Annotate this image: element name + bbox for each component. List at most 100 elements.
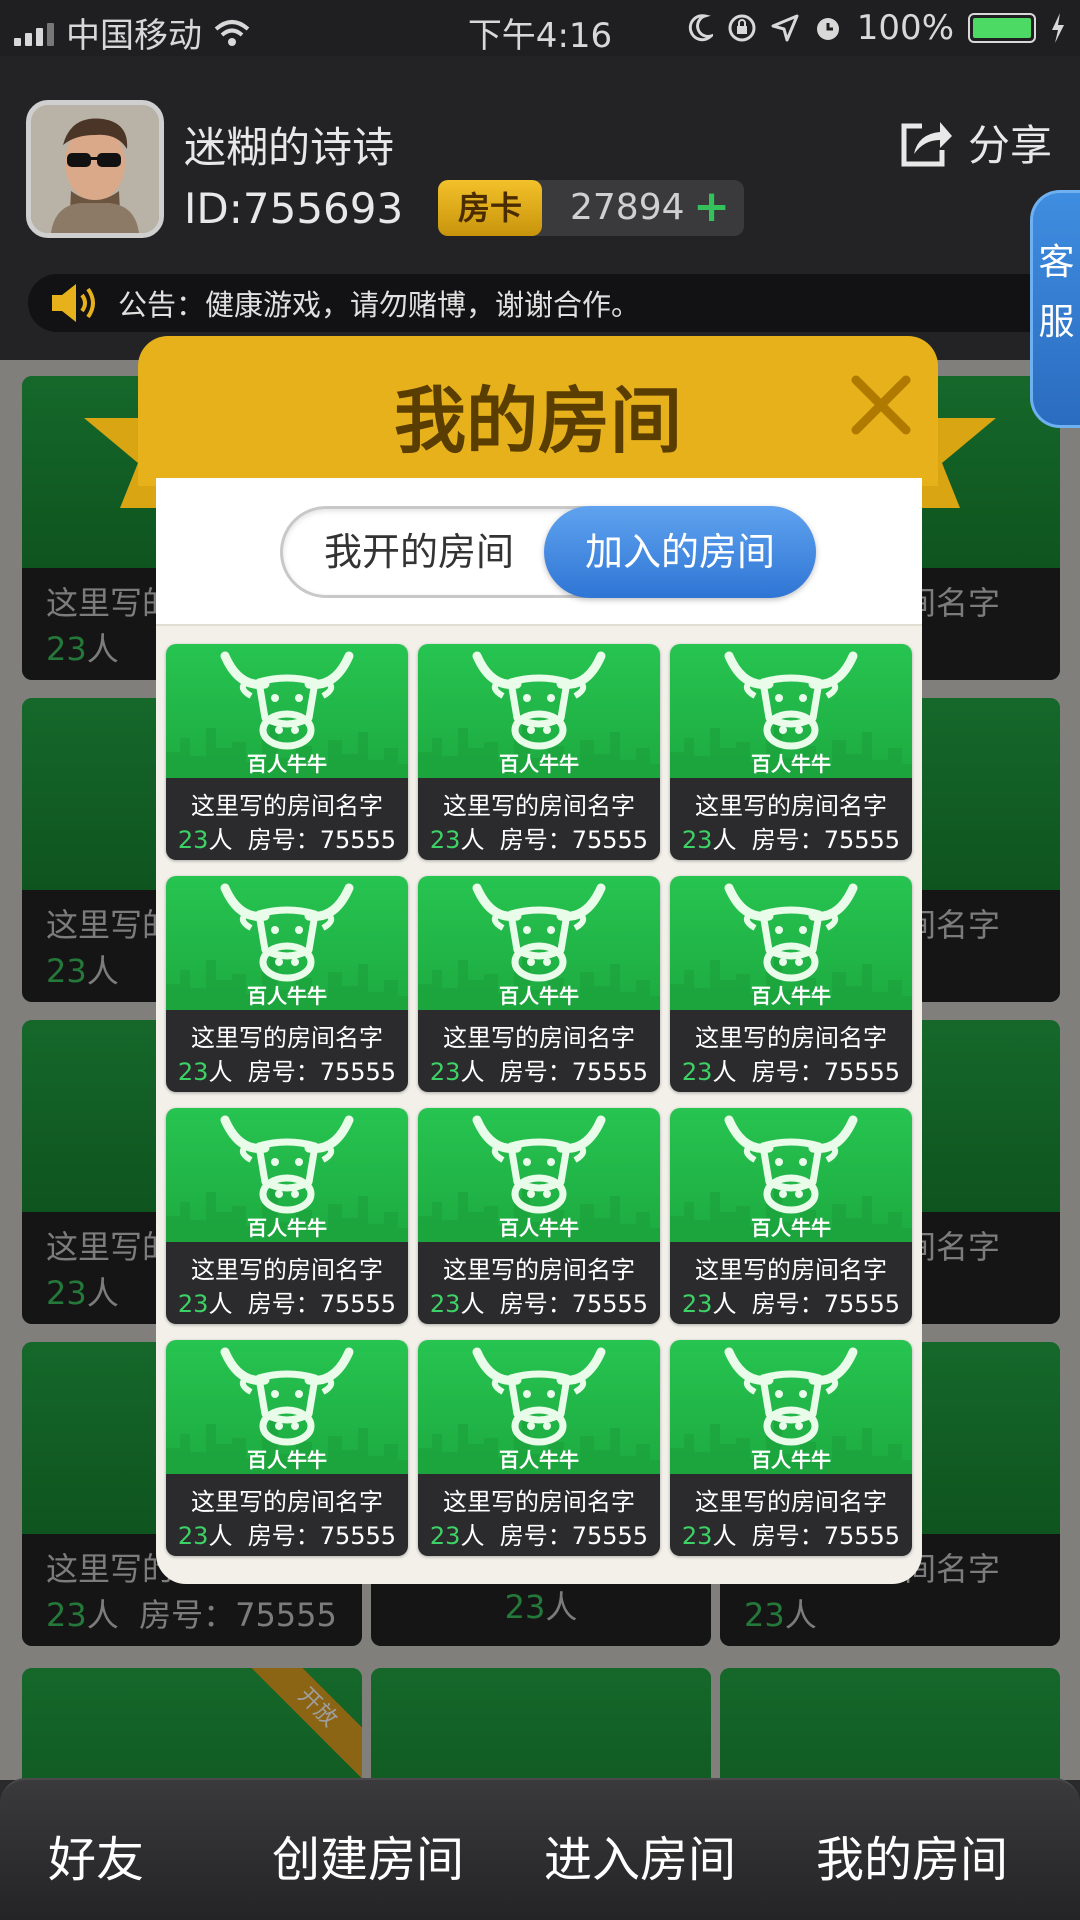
room-meta: 23人 房号：75555	[670, 820, 912, 855]
room-card[interactable]: 百人牛牛 这里写的房间名字 23人 房号：75555	[166, 1108, 408, 1324]
moon-icon	[688, 14, 713, 42]
room-card-info: 这里写的房间名字 23人 房号：75555	[670, 1242, 912, 1324]
room-name: 这里写的房间名字	[191, 792, 383, 820]
room-meta: 23人 房号：75555	[670, 1516, 912, 1551]
player-unit: 人	[712, 1290, 737, 1318]
room-card[interactable]: 百人牛牛 这里写的房间名字 23人 房号：75555	[670, 876, 912, 1092]
player-unit: 人	[208, 1058, 233, 1086]
tab-joined-rooms[interactable]: 加入的房间	[544, 506, 816, 598]
my-rooms-modal: 我开的房间 加入的房间 百人牛牛 这里写的房间名字 23人 房号：75555 百人牛牛…	[156, 478, 922, 1584]
room-meta: 23人 房号：75555	[418, 1052, 660, 1087]
modal-title: 我的房间	[393, 379, 682, 463]
nav-friends[interactable]: 好友	[48, 1820, 144, 1890]
room-card[interactable]: 百人牛牛这里写的房间名字 23人 房号：75555	[166, 876, 408, 1092]
room-card-info: 这里写的房间名字 23人 房号：75555	[166, 1474, 408, 1556]
battery-icon	[968, 13, 1036, 43]
avatar[interactable]	[26, 100, 164, 238]
room-card[interactable]: 百人牛牛这里写的房间名字 23人 房号：75555	[670, 644, 912, 860]
player-count: 23	[429, 826, 461, 854]
player-count: 23	[681, 1290, 713, 1318]
room-name: 这里写的房间名字	[695, 1488, 887, 1516]
close-icon	[851, 375, 911, 435]
battery-percent: 100%	[856, 8, 954, 48]
room-card-info: 这里写的房间名字 23人 房号：75555	[166, 1010, 408, 1092]
game-label: 百人牛牛	[499, 984, 579, 1008]
player-count: 23	[177, 1058, 209, 1086]
game-label: 百人牛牛	[751, 984, 831, 1008]
bottom-nav: 好友 创建房间 进入房间 我的房间	[0, 1778, 1080, 1920]
room-number: 房号：75555	[499, 1290, 649, 1318]
avatar-portrait	[31, 105, 159, 233]
share-button[interactable]: 分享	[900, 112, 1052, 173]
bull-icon	[724, 883, 858, 982]
bull-icon	[724, 1347, 858, 1446]
game-label: 百人牛牛	[247, 752, 327, 776]
bull-icon	[220, 883, 354, 982]
room-card[interactable]: 百人牛牛 这里写的房间名字 23人 房号：75555	[166, 1340, 408, 1556]
room-number: 房号：75555	[751, 826, 901, 854]
player-unit: 人	[208, 1290, 233, 1318]
room-card-banner: 百人牛牛	[166, 1340, 408, 1474]
add-room-card-button[interactable]: +	[693, 180, 730, 234]
nav-enter-room[interactable]: 进入房间	[544, 1820, 736, 1890]
room-card[interactable]: 百人牛牛 这里写的房间名字 23人 房号：75555	[418, 1340, 660, 1556]
speaker-icon	[52, 284, 95, 322]
room-card[interactable]: 百人牛牛 这里写的房间名字 23人 房号：75555	[670, 1108, 912, 1324]
room-card-banner: 百人牛牛	[670, 876, 912, 1010]
status-right: 100%	[687, 8, 1066, 48]
game-label: 百人牛牛	[247, 984, 327, 1008]
room-name: 这里写的房间名字	[695, 792, 887, 820]
room-card-banner: 百人牛牛	[166, 644, 408, 778]
room-card[interactable]: 百人牛牛 这里写的房间名字 23人 房号：75555	[418, 644, 660, 860]
nav-my-rooms[interactable]: 我的房间	[816, 1820, 1008, 1890]
room-number: 房号：75555	[751, 1058, 901, 1086]
room-meta: 23人 房号：75555	[670, 1052, 912, 1087]
room-card-banner: 百人牛牛	[418, 644, 660, 778]
room-name: 这里写的房间名字	[443, 1024, 635, 1052]
room-card[interactable]: 百人牛牛 这里写的房间名字 23人 房号：75555	[418, 1108, 660, 1324]
orientation-lock-icon	[728, 14, 756, 42]
room-card[interactable]: 百人牛牛这里写的房间名字 23人 房号：75555	[670, 1340, 912, 1556]
game-label: 百人牛牛	[751, 1448, 831, 1472]
room-meta: 23人 房号：75555	[166, 1516, 408, 1551]
bull-icon	[472, 1115, 606, 1214]
game-label: 百人牛牛	[247, 1448, 327, 1472]
room-name: 这里写的房间名字	[443, 1256, 635, 1284]
room-meta: 23人 房号：75555	[418, 1284, 660, 1319]
room-card-balance: 房卡 27894 +	[438, 180, 744, 236]
room-number: 房号：75555	[499, 1522, 649, 1550]
room-card-banner: 百人牛牛	[670, 1108, 912, 1242]
tab-my-opened-rooms[interactable]: 我开的房间	[283, 506, 555, 598]
player-unit: 人	[460, 1058, 485, 1086]
customer-service-button[interactable]: 客服	[1030, 190, 1080, 428]
room-number: 房号：75555	[247, 1058, 397, 1086]
player-count: 23	[177, 1290, 209, 1318]
player-count: 23	[681, 1522, 713, 1550]
room-card[interactable]: 百人牛牛这里写的房间名字 23人 房号：75555	[418, 876, 660, 1092]
room-name: 这里写的房间名字	[191, 1024, 383, 1052]
player-unit: 人	[460, 1290, 485, 1318]
room-card-banner: 百人牛牛	[166, 876, 408, 1010]
alarm-icon	[816, 18, 839, 40]
tab-area: 我开的房间 加入的房间	[156, 478, 922, 626]
room-name: 这里写的房间名字	[695, 1024, 887, 1052]
game-label: 百人牛牛	[751, 1216, 831, 1240]
close-button[interactable]	[848, 372, 914, 438]
room-card-count: 27894	[570, 187, 685, 228]
nav-create-room[interactable]: 创建房间	[272, 1820, 464, 1890]
room-card-info: 这里写的房间名字 23人 房号：75555	[670, 1010, 912, 1092]
room-meta: 23人 房号：75555	[418, 1516, 660, 1551]
game-label: 百人牛牛	[751, 752, 831, 776]
player-unit: 人	[712, 826, 737, 854]
player-unit: 人	[208, 1522, 233, 1550]
player-unit: 人	[460, 1522, 485, 1550]
room-number: 房号：75555	[247, 1522, 397, 1550]
bull-icon	[220, 1347, 354, 1446]
notice-text: 公告：健康游戏，请勿赌博，谢谢合作。	[118, 288, 641, 322]
room-card[interactable]: 百人牛牛 这里写的房间名字 23人 房号：75555	[166, 644, 408, 860]
room-number: 房号：75555	[751, 1290, 901, 1318]
bull-icon	[220, 1115, 354, 1214]
game-label: 百人牛牛	[499, 752, 579, 776]
player-count: 23	[429, 1290, 461, 1318]
room-name: 这里写的房间名字	[191, 1256, 383, 1284]
